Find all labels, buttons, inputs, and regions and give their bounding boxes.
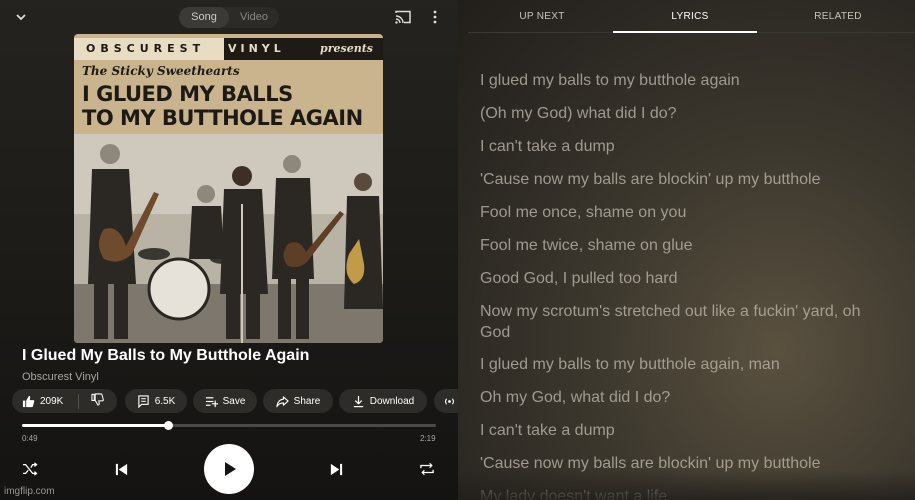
album-title-line1: I GLUED MY BALLS xyxy=(82,82,293,106)
lyric-line: Fool me twice, shame on glue xyxy=(480,237,693,254)
chevron-down-icon[interactable] xyxy=(13,9,29,25)
band-photo-image xyxy=(74,134,383,343)
tab-related[interactable]: RELATED xyxy=(764,0,912,33)
lyric-line: Fool me once, shame on you xyxy=(480,204,687,221)
lyric-line: I can't take a dump xyxy=(480,422,615,439)
previous-button[interactable] xyxy=(113,461,129,477)
action-bar: 209K 6.5K Save Share Download xyxy=(12,389,458,413)
comment-count: 6.5K xyxy=(154,395,176,407)
lyric-line: I glued my balls to my butthole again, m… xyxy=(480,356,780,373)
album-label-band: OBSCUREST VINYL presents xyxy=(74,38,383,60)
lyric-line: Oh my God, what did I do? xyxy=(480,389,671,406)
download-button[interactable]: Download xyxy=(339,389,427,413)
thumbs-up-icon xyxy=(22,395,35,407)
album-label-mid: VINYL xyxy=(228,42,285,55)
player-top-bar: Song Video xyxy=(0,0,458,34)
tab-bar: UP NEXT LYRICS RELATED xyxy=(468,0,914,33)
lyric-line: I glued my balls to my butthole again xyxy=(480,72,740,89)
shuffle-icon xyxy=(23,462,38,476)
progress-fill xyxy=(22,424,169,427)
shuffle-button[interactable] xyxy=(21,461,39,477)
like-button[interactable]: 209K xyxy=(12,395,78,408)
share-icon xyxy=(276,395,289,407)
repeat-icon xyxy=(420,462,434,476)
lyric-line: (Oh my God) what did I do? xyxy=(480,105,677,122)
track-title: I Glued My Balls to My Butthole Again xyxy=(22,347,310,364)
album-label-presents: presents xyxy=(320,42,373,55)
lyric-line: 'Cause now my balls are blockin' up my b… xyxy=(480,171,821,188)
tab-up-next[interactable]: UP NEXT xyxy=(468,0,616,33)
download-label: Download xyxy=(369,395,415,407)
play-button[interactable] xyxy=(204,444,254,494)
player-pane: Song Video OBSCUREST VINYL presents The … xyxy=(0,0,458,500)
lyrics-fade-overlay xyxy=(458,470,915,500)
share-label: Share xyxy=(293,395,321,407)
album-title-line2: TO MY BUTTHOLE AGAIN xyxy=(82,106,363,130)
imgflip-watermark: imgflip.com xyxy=(4,486,55,497)
lyric-line: Now my scrotum's stretched out like a fu… xyxy=(480,303,861,341)
song-video-toggle[interactable]: Song Video xyxy=(179,7,279,28)
comment-icon xyxy=(138,394,149,408)
radio-icon xyxy=(444,397,455,405)
save-button[interactable]: Save xyxy=(193,389,257,413)
progress-scrubber[interactable] xyxy=(164,421,174,430)
save-label: Save xyxy=(222,395,246,407)
lyric-line: Good God, I pulled too hard xyxy=(480,270,678,287)
lyric-line: I can't take a dump xyxy=(480,138,615,155)
lyrics-list: I glued my balls to my butthole again (Oh… xyxy=(480,70,890,500)
current-time: 0:49 xyxy=(22,434,38,443)
comments-button[interactable]: 6.5K xyxy=(125,389,187,413)
playlist-add-icon xyxy=(205,396,218,407)
album-label-left: OBSCUREST xyxy=(74,38,224,60)
dislike-button[interactable] xyxy=(79,393,104,409)
album-label-right-block: VINYL presents xyxy=(224,38,383,60)
thumbs-down-icon xyxy=(91,393,104,406)
lyrics-pane: UP NEXT LYRICS RELATED I glued my balls … xyxy=(458,0,915,500)
like-count: 209K xyxy=(40,395,64,407)
skip-previous-icon xyxy=(115,463,127,475)
radio-button[interactable] xyxy=(434,389,458,413)
toggle-song[interactable]: Song xyxy=(179,7,229,28)
progress-bar[interactable] xyxy=(22,421,436,430)
cast-icon[interactable] xyxy=(395,10,411,24)
track-artist[interactable]: Obscurest Vinyl xyxy=(22,371,99,383)
next-button[interactable] xyxy=(328,461,344,477)
skip-next-icon xyxy=(330,463,342,475)
album-art: OBSCUREST VINYL presents The Sticky Swee… xyxy=(74,34,383,343)
repeat-button[interactable] xyxy=(418,461,436,477)
toggle-video[interactable]: Video xyxy=(229,7,279,28)
share-button[interactable]: Share xyxy=(263,389,333,413)
like-dislike-pill: 209K xyxy=(12,389,117,413)
tab-lyrics[interactable]: LYRICS xyxy=(616,0,764,33)
play-icon xyxy=(225,462,236,476)
download-icon xyxy=(353,395,363,407)
album-artist-line: The Sticky Sweethearts xyxy=(82,64,240,78)
active-tab-indicator xyxy=(613,31,757,33)
more-vert-icon[interactable] xyxy=(430,9,440,25)
total-time: 2:19 xyxy=(420,434,436,443)
